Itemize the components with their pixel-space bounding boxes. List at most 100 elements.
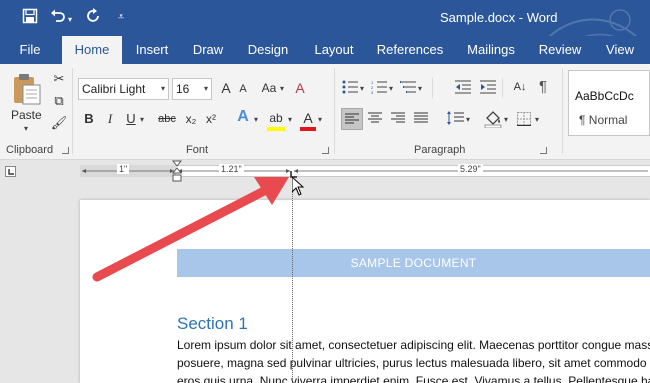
highlight-dropdown-icon[interactable]: ▾	[288, 115, 292, 124]
button-separator	[502, 78, 503, 98]
tab-insert[interactable]: Insert	[127, 36, 177, 64]
tab-design[interactable]: Design	[240, 36, 296, 64]
group-separator	[334, 68, 335, 154]
shrink-font-icon[interactable]: A	[236, 80, 250, 100]
numbering-dropdown-icon[interactable]: ▾	[389, 84, 393, 93]
justify-icon[interactable]	[414, 112, 428, 128]
format-painter-icon[interactable]: 🖌	[50, 114, 68, 134]
italic-button[interactable]: I	[104, 110, 116, 130]
body-text-line: Lorem ipsum dolor sit amet, consectetuer…	[177, 338, 650, 352]
ruler-measure-lines	[82, 169, 648, 173]
copy-icon[interactable]: ⧉	[50, 92, 68, 112]
font-size-value: 16	[176, 82, 190, 96]
borders-icon[interactable]	[517, 112, 531, 130]
decrease-indent-icon[interactable]	[455, 80, 471, 98]
clipboard-launcher-icon[interactable]	[62, 147, 69, 154]
bold-button[interactable]: B	[82, 110, 96, 130]
font-color-dropdown-icon[interactable]: ▾	[318, 115, 322, 124]
text-effects-icon[interactable]: A	[234, 108, 252, 128]
align-center-icon[interactable]	[368, 112, 382, 128]
highlight-color-swatch	[267, 127, 285, 131]
font-name-dropdown-icon[interactable]: ▾	[161, 79, 165, 99]
bullets-dropdown-icon[interactable]: ▾	[360, 84, 364, 93]
svg-text:3: 3	[371, 90, 374, 94]
style-preview-text: AaBbCcDc	[575, 89, 634, 103]
paragraph-group-label: Paragraph	[414, 144, 466, 156]
font-color-swatch	[300, 127, 316, 131]
tab-layout[interactable]: Layout	[306, 36, 362, 64]
align-left-button[interactable]	[341, 108, 363, 130]
line-spacing-dropdown-icon[interactable]: ▾	[466, 115, 470, 124]
title-bar: ▾ ⩡ Sample.docx - Word	[0, 0, 650, 63]
shading-dropdown-icon[interactable]: ▾	[504, 115, 508, 124]
tab-stop-guide-line	[292, 180, 293, 383]
font-name-box[interactable]: Calibri Light ▾	[78, 78, 169, 100]
tab-draw[interactable]: Draw	[184, 36, 232, 64]
font-size-box[interactable]: 16 ▾	[172, 78, 212, 100]
paste-icon[interactable]	[12, 72, 42, 110]
underline-button[interactable]: U	[124, 110, 138, 130]
ribbon-tabs: File Home Insert Draw Design Layout Refe…	[0, 36, 650, 64]
clipboard-group-label: Clipboard	[6, 144, 54, 156]
paste-dropdown-icon[interactable]: ▾	[24, 124, 28, 133]
line-spacing-icon[interactable]	[446, 110, 464, 130]
undo-icon[interactable]	[50, 8, 66, 29]
shading-icon[interactable]	[484, 110, 502, 132]
ribbon: Paste ▾ ✂ ⧉ 🖌 Clipboard Calibri Light ▾ …	[0, 64, 650, 160]
clear-formatting-icon[interactable]: A	[290, 79, 310, 99]
group-separator	[72, 68, 73, 154]
grow-font-icon[interactable]: A	[218, 79, 234, 99]
show-hide-marks-button[interactable]: ¶	[536, 78, 550, 98]
font-launcher-icon[interactable]	[322, 147, 329, 154]
ruler-right-measure: 5.29"	[458, 164, 483, 174]
change-case-dropdown-icon[interactable]: ▾	[280, 84, 284, 93]
body-text-line: eros quis urna. Nunc viverra imperdiet e…	[177, 374, 650, 383]
paragraph-launcher-icon[interactable]	[540, 147, 547, 154]
tab-file[interactable]: File	[6, 36, 54, 64]
tab-review[interactable]: Review	[530, 36, 590, 64]
undo-dropdown-icon[interactable]: ▾	[68, 11, 72, 29]
multilevel-dropdown-icon[interactable]: ▾	[418, 84, 422, 93]
document-banner: SAMPLE DOCUMENT	[177, 249, 650, 277]
multilevel-list-icon[interactable]	[400, 80, 416, 98]
sort-icon[interactable]: A↓	[510, 78, 530, 98]
font-size-dropdown-icon[interactable]: ▾	[204, 79, 208, 99]
body-text-line: posuere, magna sed pulvinar ultricies, p…	[177, 356, 650, 370]
indent-marker-icon[interactable]	[171, 160, 183, 187]
ruler-left-indent-measure: 1"	[117, 164, 130, 174]
redo-icon[interactable]	[86, 8, 102, 29]
style-normal-tile[interactable]: AaBbCcDc ¶ Normal	[568, 70, 650, 136]
button-separator	[432, 78, 433, 98]
strikethrough-button[interactable]: abc	[156, 110, 178, 130]
save-icon[interactable]	[22, 8, 38, 29]
style-name: ¶ Normal	[579, 113, 628, 127]
font-color-icon[interactable]: A	[300, 109, 316, 129]
increase-indent-icon[interactable]	[480, 80, 496, 98]
font-group-label: Font	[186, 144, 209, 156]
tab-mailings[interactable]: Mailings	[458, 36, 524, 64]
mouse-cursor-icon	[292, 177, 304, 196]
subscript-button[interactable]: x₂	[183, 110, 199, 130]
change-case-icon[interactable]: Aa	[258, 79, 280, 99]
highlight-icon[interactable]: ab	[266, 109, 286, 129]
tab-selector-icon[interactable]	[5, 166, 16, 177]
align-right-icon[interactable]	[391, 112, 405, 128]
group-separator	[562, 68, 563, 154]
underline-dropdown-icon[interactable]: ▾	[140, 115, 144, 124]
bullets-icon[interactable]	[342, 80, 358, 98]
paste-button[interactable]: Paste	[11, 108, 42, 122]
banner-text: SAMPLE DOCUMENT	[350, 256, 477, 270]
borders-dropdown-icon[interactable]: ▾	[535, 115, 539, 124]
tab-view[interactable]: View	[598, 36, 642, 64]
customize-qat-icon[interactable]: ⩡	[118, 8, 124, 26]
tab-home[interactable]: Home	[62, 36, 122, 64]
cut-icon[interactable]: ✂	[50, 70, 68, 90]
section-heading: Section 1	[177, 314, 248, 333]
tab-references[interactable]: References	[372, 36, 448, 64]
text-effects-dropdown-icon[interactable]: ▾	[254, 115, 258, 124]
font-name-value: Calibri Light	[82, 82, 146, 96]
ruler-tab-measure: 1.21"	[219, 164, 244, 174]
numbering-icon[interactable]: 123	[371, 80, 387, 98]
superscript-button[interactable]: x²	[203, 110, 219, 130]
document-title: Sample.docx - Word	[440, 10, 558, 25]
